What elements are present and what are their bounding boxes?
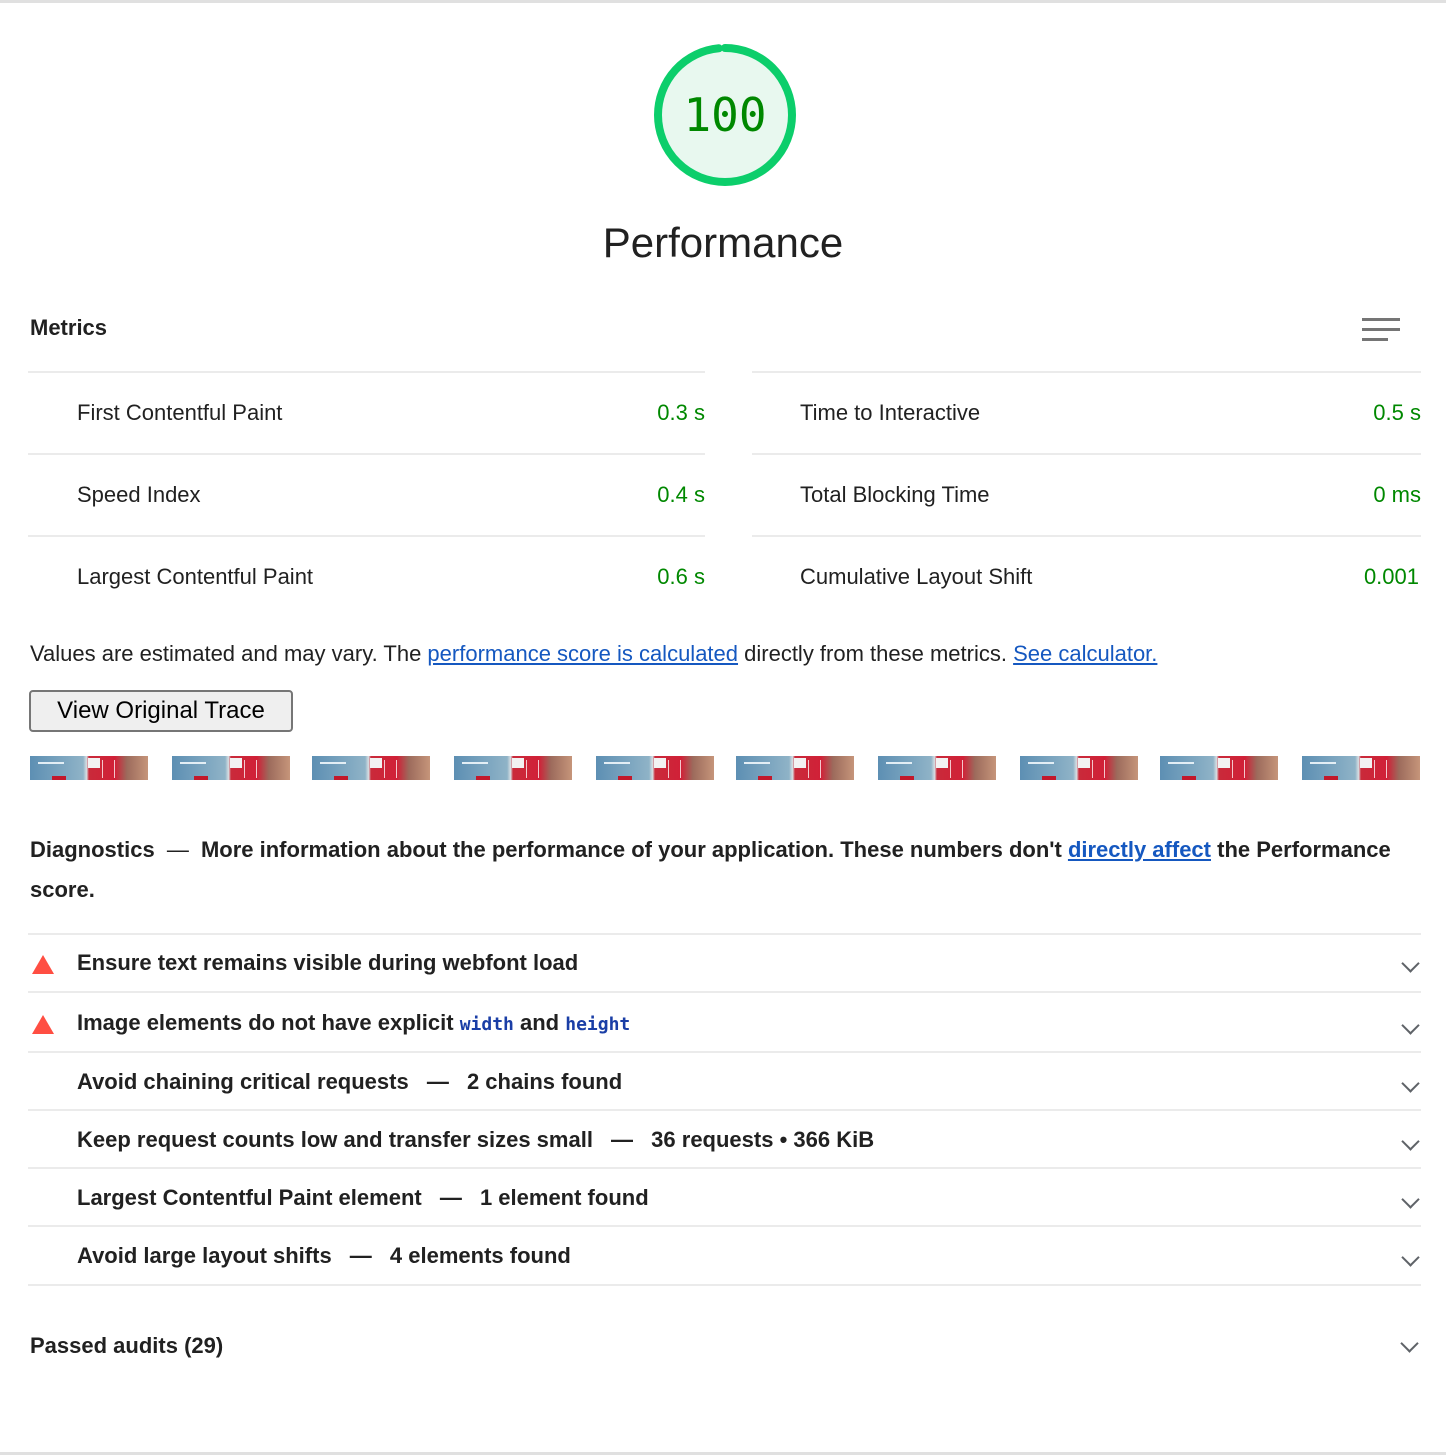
chevron-down-icon[interactable] bbox=[1401, 1016, 1420, 1035]
filmstrip-frame bbox=[1302, 756, 1420, 780]
chevron-down-icon[interactable] bbox=[1401, 1248, 1420, 1267]
filmstrip-frame bbox=[596, 756, 714, 780]
audit-title-text: and bbox=[520, 1010, 560, 1035]
score-calculated-link[interactable]: performance score is calculated bbox=[427, 641, 738, 666]
filmstrip-frame bbox=[172, 756, 290, 780]
audit-title: Ensure text remains visible during webfo… bbox=[77, 950, 579, 975]
code-height: height bbox=[565, 1014, 631, 1035]
diagnostics-text: More information about the performance o… bbox=[200, 837, 1068, 862]
note-text: directly from these metrics. bbox=[738, 641, 1014, 666]
audit-detail: 1 element found bbox=[479, 1185, 649, 1210]
filmstrip-frame bbox=[878, 756, 996, 780]
diagnostics-title: Diagnostics bbox=[30, 837, 155, 862]
audit-title-text: Avoid large layout shifts bbox=[77, 1243, 332, 1268]
chevron-down-icon[interactable] bbox=[1401, 954, 1420, 973]
audit-font-display[interactable]: Ensure text remains visible during webfo… bbox=[28, 933, 1421, 993]
metric-value: 0.6 s bbox=[657, 564, 705, 589]
category-title: Performance bbox=[602, 219, 844, 266]
metric-value: 0.5 s bbox=[1373, 400, 1421, 425]
diagnostics-description: Diagnostics — More information about the… bbox=[30, 830, 1420, 910]
chevron-down-icon[interactable] bbox=[1401, 1074, 1420, 1093]
filmstrip-frame bbox=[454, 756, 572, 780]
audit-title: Avoid large layout shifts — 4 elements f… bbox=[77, 1243, 571, 1268]
metric-value: 0.3 s bbox=[657, 400, 705, 425]
metric-value: 0.001 bbox=[1363, 564, 1419, 589]
diagnostics-dash: — bbox=[166, 837, 189, 862]
directly-affect-link[interactable]: directly affect bbox=[1068, 837, 1211, 862]
metric-label: Total Blocking Time bbox=[800, 482, 990, 507]
filmstrip-frame bbox=[30, 756, 148, 780]
metrics-note: Values are estimated and may vary. The p… bbox=[30, 638, 1157, 670]
chevron-down-icon[interactable] bbox=[1401, 1190, 1420, 1209]
audit-title: Keep request counts low and transfer siz… bbox=[77, 1127, 875, 1152]
see-calculator-link[interactable]: See calculator. bbox=[1013, 641, 1157, 666]
audit-critical-request-chains[interactable]: Avoid chaining critical requests — 2 cha… bbox=[28, 1051, 1421, 1111]
metric-speed-index: Speed Index 0.4 s bbox=[28, 453, 705, 535]
audit-resource-summary[interactable]: Keep request counts low and transfer siz… bbox=[28, 1109, 1421, 1169]
metric-label: Speed Index bbox=[77, 482, 201, 507]
audit-title-text: Image elements do not have explicit bbox=[77, 1010, 454, 1035]
metrics-toggle-icon[interactable] bbox=[1362, 318, 1400, 344]
audit-title: Largest Contentful Paint element — 1 ele… bbox=[77, 1185, 649, 1210]
filmstrip-frame bbox=[1020, 756, 1138, 780]
metric-time-to-interactive: Time to Interactive 0.5 s bbox=[752, 371, 1421, 453]
warning-icon bbox=[32, 955, 54, 974]
score-value: 100 bbox=[683, 88, 767, 142]
audit-title: Avoid chaining critical requests — 2 cha… bbox=[77, 1069, 623, 1094]
metric-value: 0.4 s bbox=[657, 482, 705, 507]
chevron-down-icon[interactable] bbox=[1401, 1132, 1420, 1151]
view-original-trace-button[interactable]: View Original Trace bbox=[29, 690, 293, 732]
audit-layout-shifts[interactable]: Avoid large layout shifts — 4 elements f… bbox=[28, 1225, 1421, 1285]
performance-score-gauge: 100 bbox=[652, 42, 798, 188]
audit-lcp-element[interactable]: Largest Contentful Paint element — 1 ele… bbox=[28, 1167, 1421, 1227]
top-divider bbox=[0, 0, 1446, 3]
warning-icon bbox=[32, 1015, 54, 1034]
audit-title-text: Avoid chaining critical requests bbox=[77, 1069, 409, 1094]
metric-first-contentful-paint: First Contentful Paint 0.3 s bbox=[28, 371, 705, 453]
metric-total-blocking-time: Total Blocking Time 0 ms bbox=[752, 453, 1421, 535]
metric-label: Cumulative Layout Shift bbox=[800, 564, 1033, 589]
audit-detail: 36 requests • 366 KiB bbox=[651, 1127, 875, 1152]
metric-cumulative-layout-shift: Cumulative Layout Shift 0.001 bbox=[752, 535, 1421, 617]
audit-unsized-images[interactable]: Image elements do not have explicit widt… bbox=[28, 991, 1421, 1053]
filmstrip-frame bbox=[736, 756, 854, 780]
metric-value: 0 ms bbox=[1373, 482, 1421, 507]
audits-end-divider bbox=[28, 1284, 1421, 1286]
metric-label: First Contentful Paint bbox=[77, 400, 283, 425]
audit-detail: 2 chains found bbox=[466, 1069, 623, 1094]
audit-detail: 4 elements found bbox=[389, 1243, 571, 1268]
metric-label: Largest Contentful Paint bbox=[77, 564, 314, 589]
note-text: Values are estimated and may vary. The bbox=[30, 641, 428, 666]
metrics-heading: Metrics bbox=[30, 315, 108, 340]
audit-title: Image elements do not have explicit widt… bbox=[77, 1010, 630, 1036]
chevron-down-icon[interactable] bbox=[1400, 1334, 1419, 1353]
metric-label: Time to Interactive bbox=[800, 400, 981, 425]
metric-largest-contentful-paint: Largest Contentful Paint 0.6 s bbox=[28, 535, 705, 617]
code-width: width bbox=[459, 1014, 514, 1035]
filmstrip-frame bbox=[312, 756, 430, 780]
passed-audits-toggle[interactable]: Passed audits (29) bbox=[30, 1330, 223, 1362]
audit-title-text: Largest Contentful Paint element bbox=[77, 1185, 422, 1210]
filmstrip-frame bbox=[1160, 756, 1278, 780]
audit-title-text: Keep request counts low and transfer siz… bbox=[77, 1127, 593, 1152]
